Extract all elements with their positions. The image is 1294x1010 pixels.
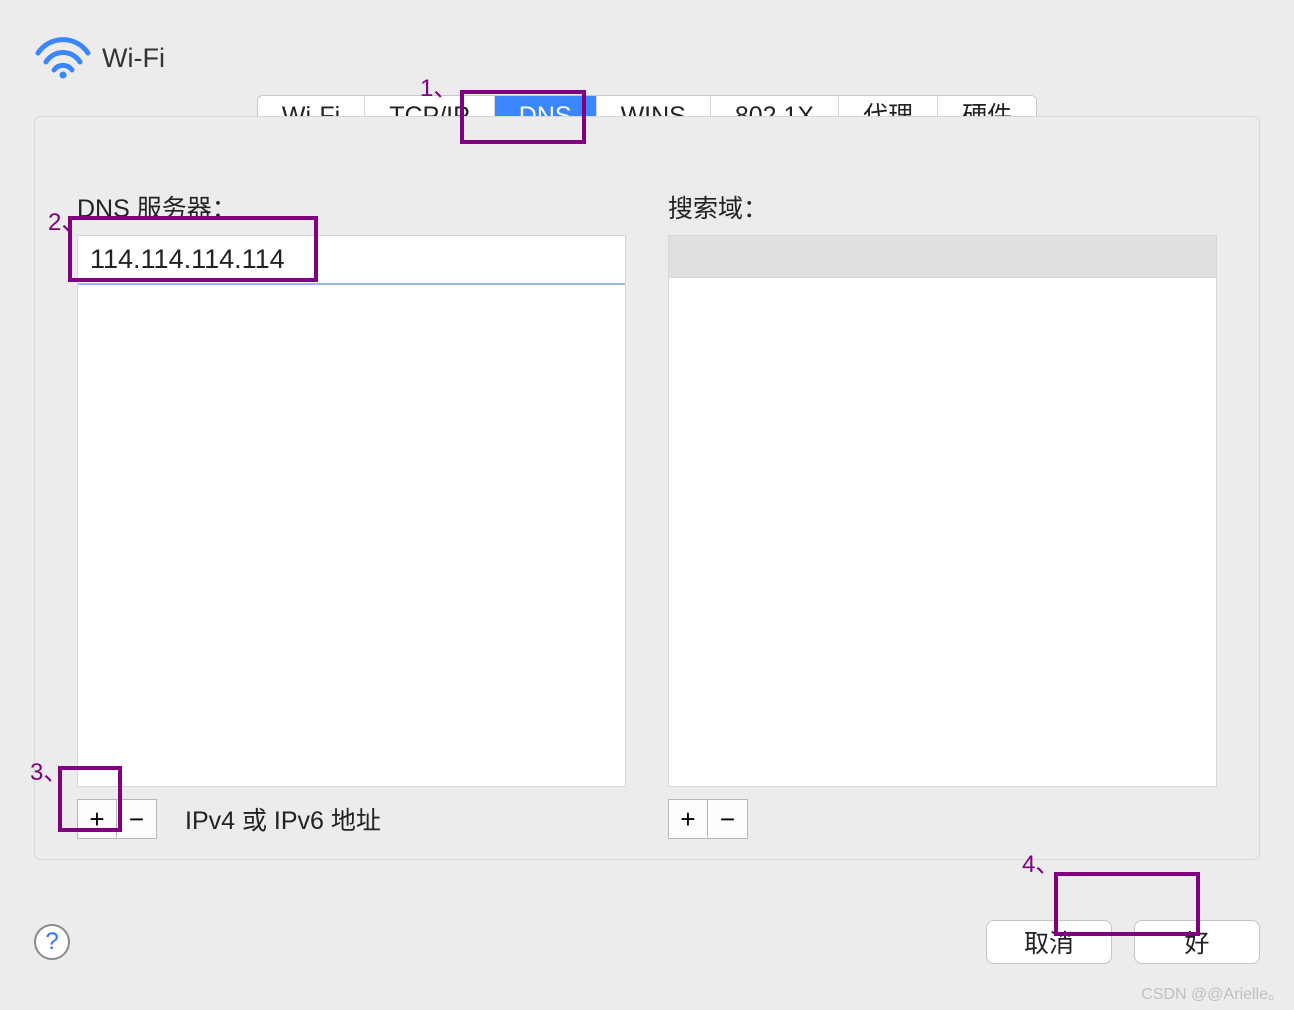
dns-buttons-row: + − IPv4 或 IPv6 地址 (77, 799, 626, 839)
search-domains-header (669, 236, 1216, 278)
search-domains-column: 搜索域： + − (668, 189, 1217, 839)
search-remove-button[interactable]: − (708, 799, 748, 839)
search-buttons-row: + − (668, 799, 1217, 839)
dns-hint: IPv4 或 IPv6 地址 (185, 801, 381, 837)
search-domains-label: 搜索域： (668, 189, 1217, 225)
header: Wi-Fi (0, 0, 1294, 86)
footer: ? 取消 好 (34, 914, 1260, 970)
watermark: CSDN @@Arielle。 (1141, 980, 1284, 1004)
cancel-button[interactable]: 取消 (986, 920, 1112, 964)
dns-servers-column: DNS 服务器： 114.114.114.114 + − IPv4 或 IPv6… (77, 189, 626, 839)
dns-remove-button[interactable]: − (117, 799, 157, 839)
ok-button[interactable]: 好 (1134, 920, 1260, 964)
dns-server-row[interactable]: 114.114.114.114 (78, 236, 625, 285)
wifi-icon (34, 37, 92, 79)
dns-add-button[interactable]: + (77, 799, 117, 839)
search-add-button[interactable]: + (668, 799, 708, 839)
help-button[interactable]: ? (34, 924, 70, 960)
dns-servers-list[interactable]: 114.114.114.114 (77, 235, 626, 787)
dns-servers-label: DNS 服务器： (77, 189, 626, 225)
search-domains-list[interactable] (668, 235, 1217, 787)
page-title: Wi-Fi (102, 43, 165, 74)
dns-panel: DNS 服务器： 114.114.114.114 + − IPv4 或 IPv6… (34, 116, 1260, 860)
